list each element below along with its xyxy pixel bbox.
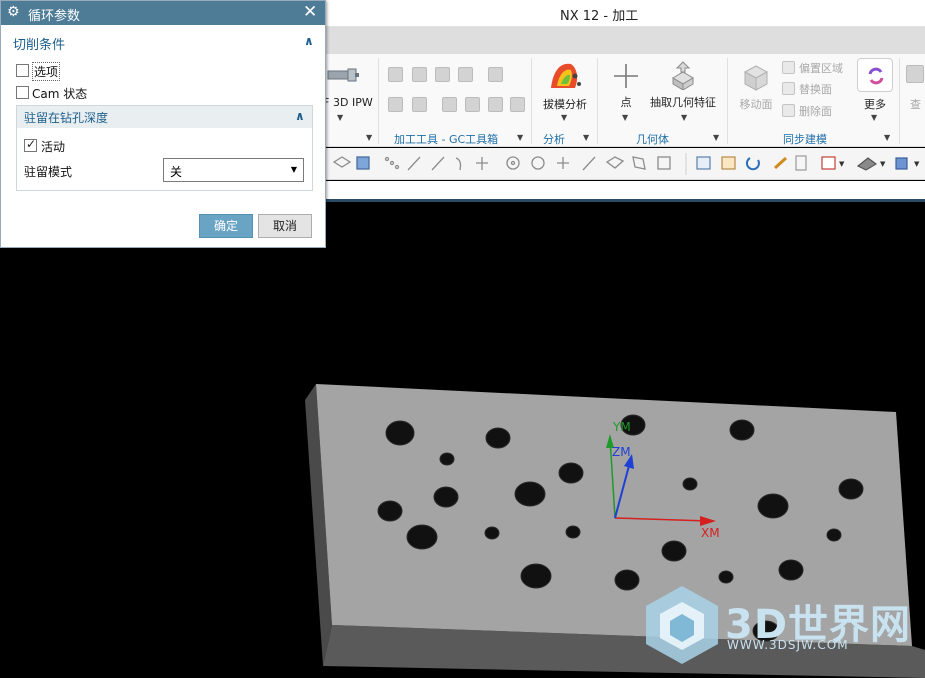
gear-icon: ⚙ (7, 4, 20, 20)
draft-analysis-caret[interactable]: ▼ (561, 113, 567, 122)
ribbon-separator (727, 58, 728, 144)
extract-geometry-icon (672, 61, 694, 90)
delete-face-icon (782, 104, 795, 117)
delete-face-button[interactable]: 删除面 (782, 103, 832, 119)
active-label[interactable]: 活动 (41, 138, 65, 155)
y-axis-label: YM (612, 420, 631, 434)
svg-text:▼: ▼ (839, 160, 845, 168)
draft-analysis-label: 拔模分析 (543, 98, 587, 111)
tool-icon[interactable] (510, 97, 525, 112)
move-face-button[interactable]: 移动面 (739, 60, 773, 112)
more-button[interactable]: 更多 (857, 58, 893, 112)
more-icon (857, 58, 893, 92)
ipw-dropdown-caret[interactable]: ▼ (337, 113, 343, 122)
ipw-button[interactable] (326, 62, 360, 92)
tool-icon[interactable] (906, 65, 924, 83)
group-label-machining-tools: 加工工具 - GC工具箱 (394, 133, 499, 146)
cancel-button[interactable]: 取消 (258, 214, 312, 238)
draft-analysis-button[interactable]: 拔模分析 (543, 60, 587, 112)
ok-button[interactable]: 确定 (199, 214, 253, 238)
group-label-geometry: 几何体 (636, 133, 669, 146)
tool-icon[interactable] (412, 97, 427, 112)
svg-text:▼: ▼ (880, 160, 886, 168)
dropdown-arrow-icon[interactable]: ▼ (291, 165, 297, 174)
z-axis-label: ZM (612, 445, 631, 459)
dialog-title: 循环参数 (28, 9, 81, 24)
group-dropdown-caret[interactable]: ▼ (517, 133, 523, 142)
move-face-label: 移动面 (739, 98, 773, 111)
dwell-group-header[interactable]: 驻留在钻孔深度 (24, 109, 108, 126)
options-checkbox[interactable] (16, 64, 29, 77)
tool-icon[interactable] (442, 97, 457, 112)
cam-status-label[interactable]: Cam 状态 (32, 85, 87, 102)
group-dropdown-caret[interactable]: ▼ (713, 133, 719, 142)
dialog-titlebar[interactable]: ⚙ 循环参数 ✕ (1, 1, 325, 25)
tool-icon[interactable] (412, 67, 427, 82)
group-label-analysis: 分析 (543, 133, 565, 146)
move-face-icon (743, 65, 769, 91)
offset-region-label: 偏置区域 (799, 62, 843, 75)
options-label[interactable]: 选项 (32, 62, 61, 81)
window-title: NX 12 - 加工 (560, 9, 639, 24)
watermark-logo (646, 586, 718, 664)
offset-region-icon (782, 61, 795, 74)
ribbon-separator (597, 58, 598, 144)
tool-icon[interactable] (388, 97, 403, 112)
tool-icon[interactable] (488, 97, 503, 112)
cut-label: 查 (910, 98, 921, 111)
more-label: 更多 (864, 98, 886, 111)
dwell-mode-label: 驻留模式 (24, 165, 73, 179)
dwell-mode-value: 关 (170, 165, 183, 179)
more-caret[interactable]: ▼ (871, 113, 877, 122)
active-checkbox[interactable] (24, 137, 37, 152)
replace-face-icon (782, 82, 795, 95)
ipw-label: 3D IPW (333, 96, 373, 109)
cut-conditions-header[interactable]: 切削条件 (13, 34, 65, 53)
tool-icon[interactable] (465, 97, 480, 112)
close-icon[interactable]: ✕ (303, 2, 317, 22)
tool-icon[interactable] (435, 67, 450, 82)
collapse-chevron-icon[interactable]: ∧ (295, 109, 305, 123)
dwell-mode-select[interactable]: 关 ▼ (163, 158, 304, 182)
tool-icon[interactable] (458, 67, 473, 82)
ribbon-separator (531, 58, 532, 144)
svg-text:▼: ▼ (914, 160, 920, 168)
cycle-parameters-dialog: ⚙ 循环参数 ✕ 切削条件 ∧ 选项 Cam 状态 驻留在钻孔深度 ∧ 活动 驻… (0, 0, 326, 248)
extract-geometry-button[interactable]: 抽取几何特征 (650, 60, 716, 110)
point-label: 点 (620, 96, 632, 109)
offset-region-button[interactable]: 偏置区域 (782, 60, 843, 76)
x-axis-label: XM (701, 526, 720, 540)
ribbon-separator (378, 58, 379, 144)
extract-geometry-caret[interactable]: ▼ (681, 113, 687, 122)
collapse-chevron-icon[interactable]: ∧ (304, 34, 314, 48)
tool-icon[interactable] (388, 67, 403, 82)
group-label-sync-modeling: 同步建模 (783, 133, 827, 146)
group-dropdown-caret[interactable]: ▼ (583, 133, 589, 142)
replace-face-label: 替换面 (799, 83, 832, 96)
point-button[interactable]: 点 (613, 62, 639, 110)
group-dropdown-caret[interactable]: ▼ (366, 133, 372, 142)
ribbon-separator (899, 58, 900, 144)
watermark-url: WWW.3DSJW.COM (727, 638, 849, 652)
point-caret[interactable]: ▼ (622, 113, 628, 122)
replace-face-button[interactable]: 替换面 (782, 81, 832, 97)
extract-geometry-label: 抽取几何特征 (650, 96, 716, 109)
point-icon (614, 64, 638, 88)
tool-icon[interactable] (488, 67, 503, 82)
delete-face-label: 删除面 (799, 105, 832, 118)
draft-analysis-icon (551, 63, 581, 88)
cam-status-checkbox[interactable] (16, 86, 29, 99)
ipw-icon (327, 68, 359, 82)
snap-toolbar-icons: ▼ ▼ ▼ (332, 153, 920, 175)
group-dropdown-caret[interactable]: ▼ (884, 133, 890, 142)
